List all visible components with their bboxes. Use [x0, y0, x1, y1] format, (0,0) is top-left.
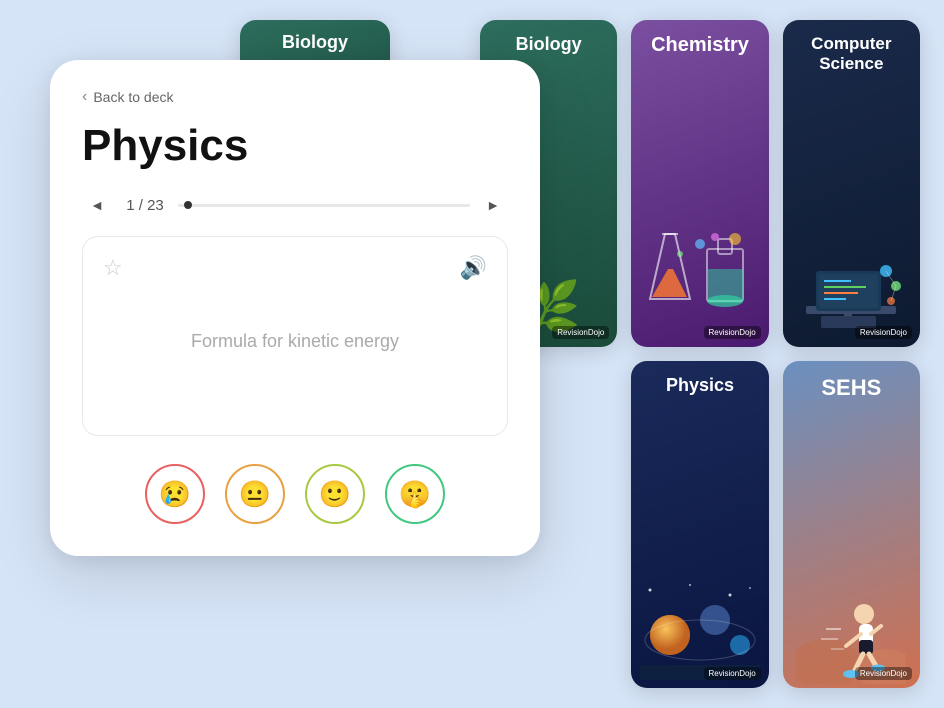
star-icon[interactable]: ☆ [103, 255, 123, 281]
subject-card-chemistry[interactable]: Chemistry RevisionDojo [631, 20, 768, 347]
sehs-title: SEHS [821, 375, 881, 401]
reaction-btn-smile[interactable]: 🙂 [305, 464, 365, 524]
subject-card-physics2[interactable]: Physics [631, 361, 768, 688]
cs-title: Computer Science [783, 34, 920, 75]
progress-track [178, 204, 470, 207]
flashcard[interactable]: ☆ 🔊 Formula for kinetic energy [82, 236, 508, 436]
physics2-art [631, 466, 768, 688]
biology-card-top-title: Biology [282, 32, 348, 53]
flashcard-question: Formula for kinetic energy [103, 321, 487, 382]
back-chevron: ‹ [82, 88, 87, 106]
reaction-btn-neutral[interactable]: 😐 [225, 464, 285, 524]
flashcard-top-row: ☆ 🔊 [103, 255, 487, 281]
progress-dot [184, 201, 192, 209]
nav-next[interactable]: ► [478, 190, 508, 220]
card-nav: ◄ 1 / 23 ► [82, 190, 508, 220]
brand-tag-cs: RevisionDojo [855, 326, 912, 339]
brand-tag-physics2: RevisionDojo [704, 667, 761, 680]
cs-art [783, 134, 920, 347]
physics2-title: Physics [666, 375, 734, 396]
flashcard-panel: ‹ Back to deck Physics ◄ 1 / 23 ► ☆ 🔊 Fo… [50, 60, 540, 556]
chemistry-title: Chemistry [651, 34, 749, 57]
subject-card-sehs[interactable]: SEHS [783, 361, 920, 688]
back-link-label: Back to deck [93, 89, 173, 105]
chemistry-art [631, 125, 768, 347]
subject-title: Physics [82, 122, 508, 170]
reaction-btn-cry[interactable]: 😢 [145, 464, 205, 524]
biology-title: Biology [516, 34, 582, 55]
subject-card-cs[interactable]: Computer Science [783, 20, 920, 347]
brand-tag-biology: RevisionDojo [552, 326, 609, 339]
back-link[interactable]: ‹ Back to deck [82, 88, 508, 106]
card-counter: 1 / 23 [120, 197, 170, 214]
speaker-icon[interactable]: 🔊 [460, 255, 487, 281]
brand-tag-sehs: RevisionDojo [855, 667, 912, 680]
reaction-btn-shush[interactable]: 🤫 [385, 464, 445, 524]
nav-prev[interactable]: ◄ [82, 190, 112, 220]
sehs-art [783, 466, 920, 688]
brand-tag-chemistry: RevisionDojo [704, 326, 761, 339]
reaction-row: 😢 😐 🙂 🤫 [82, 464, 508, 524]
